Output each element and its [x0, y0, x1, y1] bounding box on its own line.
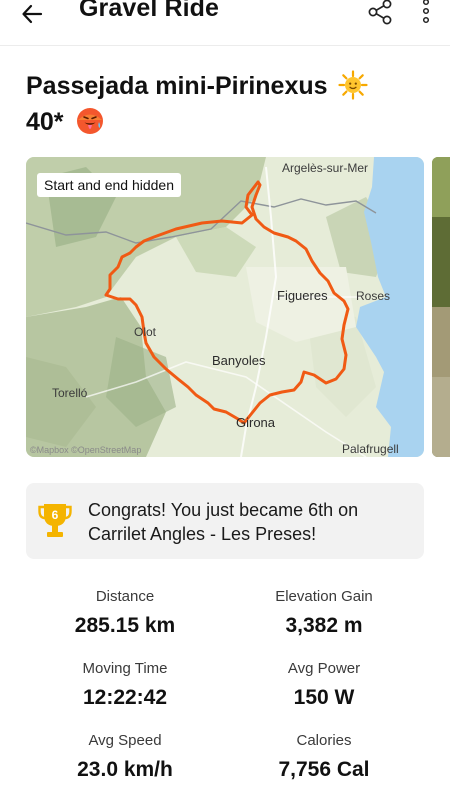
trophy-rank: 6	[52, 508, 59, 522]
map-canvas	[26, 157, 424, 457]
hot-face-emoji-icon	[76, 108, 103, 134]
map-label-figueres: Figueres	[277, 288, 328, 303]
map-label-torello: Torelló	[52, 386, 88, 400]
stat-label: Avg Speed	[88, 732, 162, 749]
sun-emoji-icon	[338, 70, 369, 100]
map-label-banyoles: Banyoles	[212, 353, 266, 368]
stat-moving-time: Moving Time 12:22:42	[25, 659, 225, 713]
map-label-roses: Roses	[356, 289, 391, 303]
stat-value: 23.0 km/h	[77, 758, 173, 781]
stat-label: Calories	[296, 732, 352, 749]
stat-label: Elevation Gain	[275, 588, 373, 605]
share-icon	[368, 0, 392, 25]
page-title: Gravel Ride	[79, 0, 220, 22]
map-label-palafrugell: Palafrugell	[342, 442, 399, 456]
stat-label: Avg Power	[287, 660, 361, 677]
stat-avg-power: Avg Power 150 W	[224, 659, 424, 713]
more-options-button[interactable]	[412, 0, 440, 28]
stat-value: 3,382 m	[285, 614, 363, 637]
stat-calories: Calories 7,756 Cal	[224, 731, 424, 785]
activity-title-line2: 40*	[26, 108, 64, 136]
map-label-olot: Olot	[134, 325, 157, 339]
activity-photo-preview[interactable]	[432, 157, 450, 457]
share-button[interactable]	[364, 0, 396, 28]
stat-value: 150 W	[293, 686, 355, 709]
map-attribution: ©Mapbox ©OpenStreetMap	[30, 445, 142, 455]
photo-thumbnail	[432, 157, 450, 457]
map-label-argeles: Argelès-sur-Mer	[282, 161, 369, 175]
activity-title: Passejada mini-Pirinexus 40*	[26, 68, 406, 140]
privacy-badge: Start and end hidden	[37, 173, 181, 197]
more-vertical-icon	[422, 0, 430, 24]
stat-distance: Distance 285.15 km	[25, 587, 225, 641]
map-label-girona: Girona	[236, 415, 276, 430]
achievement-text: Congrats! You just became 6th on Carrile…	[88, 500, 359, 544]
stat-elevation-gain: Elevation Gain 3,382 m	[224, 587, 424, 641]
trophy-icon: 6	[38, 504, 72, 537]
stat-label: Distance	[95, 588, 155, 605]
route-map[interactable]: Argelès-sur-Mer Figueres Roses Olot Bany…	[26, 157, 424, 457]
stat-avg-speed: Avg Speed 23.0 km/h	[25, 731, 225, 785]
stat-value: 7,756 Cal	[278, 758, 370, 781]
stat-value: 285.15 km	[74, 614, 176, 637]
activity-title-line1: Passejada mini-Pirinexus	[26, 72, 328, 100]
achievement-card[interactable]: 6 Congrats! You just became 6th on Carri…	[26, 483, 424, 559]
arrow-left-icon	[22, 4, 43, 24]
back-button[interactable]	[14, 0, 50, 30]
top-app-bar: Gravel Ride	[0, 0, 450, 46]
stat-label: Moving Time	[82, 660, 168, 677]
stat-value: 12:22:42	[82, 686, 168, 709]
